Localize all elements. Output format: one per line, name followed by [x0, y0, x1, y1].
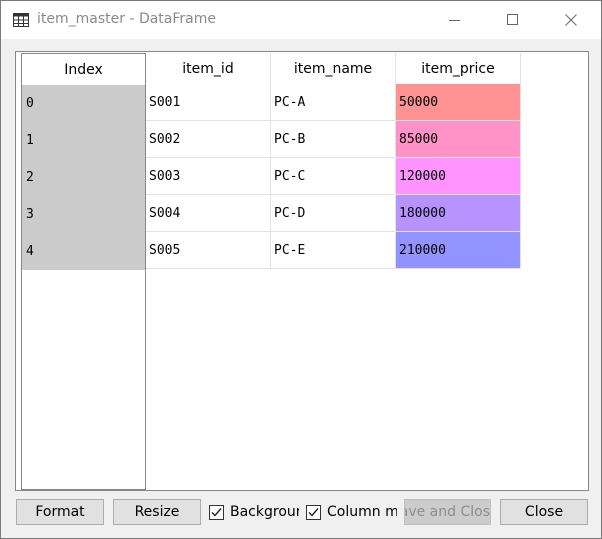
index-cell[interactable]: 1: [22, 122, 145, 159]
price-cell[interactable]: 180000: [396, 195, 521, 232]
background-checkbox-label: Backgrour: [230, 504, 299, 520]
column-min-max-checkbox-label: Column mi: [327, 504, 397, 520]
table-cell[interactable]: S004: [146, 195, 271, 232]
background-checkbox[interactable]: Backgrour: [209, 501, 299, 523]
close-button[interactable]: Close: [500, 499, 588, 525]
maximize-icon: [507, 14, 518, 25]
checkmark-icon: [211, 507, 222, 517]
index-column[interactable]: Index 0 1 2 3 4: [21, 53, 146, 490]
title-bar[interactable]: item_master - DataFrame: [1, 1, 601, 39]
data-grid[interactable]: item_id item_name item_price S001 PC-A 5…: [146, 53, 588, 490]
price-cell[interactable]: 210000: [396, 232, 521, 269]
price-cell[interactable]: 120000: [396, 158, 521, 195]
column-min-max-checkbox[interactable]: Column mi: [306, 501, 397, 523]
index-cell[interactable]: 0: [22, 85, 145, 122]
table-grid-icon: [13, 13, 29, 27]
price-cell[interactable]: 50000: [396, 84, 521, 121]
close-window-button[interactable]: [548, 1, 594, 39]
checkbox-box[interactable]: [209, 504, 224, 520]
format-button[interactable]: Format: [16, 499, 104, 525]
index-cell[interactable]: 4: [22, 233, 145, 270]
dataframe-table[interactable]: Index 0 1 2 3 4 item_id item_name item_p…: [15, 51, 589, 491]
table-cell[interactable]: PC-C: [271, 158, 396, 195]
window-title: item_master - DataFrame: [37, 11, 216, 27]
resize-button[interactable]: Resize: [113, 499, 201, 525]
table-cell[interactable]: S002: [146, 121, 271, 158]
column-header-item-price[interactable]: item_price: [396, 53, 521, 84]
table-cell[interactable]: PC-A: [271, 84, 396, 121]
index-cell[interactable]: 2: [22, 159, 145, 196]
minimize-icon: [449, 20, 460, 21]
index-cell[interactable]: 3: [22, 196, 145, 233]
table-cell[interactable]: PC-E: [271, 232, 396, 269]
close-icon: [565, 14, 577, 26]
table-cell[interactable]: S005: [146, 232, 271, 269]
column-header-item-name[interactable]: item_name: [271, 53, 396, 84]
index-header[interactable]: Index: [22, 54, 145, 85]
price-cell[interactable]: 85000: [396, 121, 521, 158]
table-cell[interactable]: S003: [146, 158, 271, 195]
table-cell[interactable]: PC-B: [271, 121, 396, 158]
dataframe-editor-window: item_master - DataFrame Index 0 1 2 3 4: [0, 0, 602, 539]
maximize-button[interactable]: [490, 1, 536, 39]
table-cell[interactable]: S001: [146, 84, 271, 121]
minimize-button[interactable]: [432, 1, 478, 39]
checkbox-box[interactable]: [306, 504, 321, 520]
checkmark-icon: [308, 507, 319, 517]
save-and-close-button[interactable]: ave and Clos: [404, 499, 491, 525]
column-header-item-id[interactable]: item_id: [146, 53, 271, 84]
table-cell[interactable]: PC-D: [271, 195, 396, 232]
